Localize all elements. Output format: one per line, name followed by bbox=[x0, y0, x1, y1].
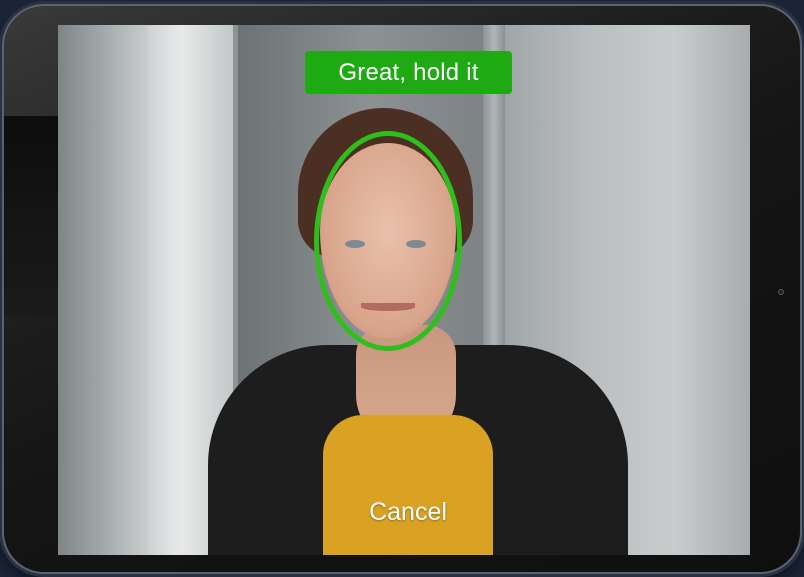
camera-viewfinder: Great, hold it Cancel bbox=[58, 25, 750, 555]
tablet-device: Great, hold it Cancel bbox=[4, 6, 800, 572]
status-message: Great, hold it bbox=[305, 51, 512, 94]
person-shirt bbox=[323, 415, 493, 555]
face-guide-oval bbox=[314, 131, 462, 351]
bezel-shadow bbox=[4, 116, 64, 316]
camera-icon bbox=[778, 289, 784, 295]
cancel-button[interactable]: Cancel bbox=[338, 491, 478, 531]
